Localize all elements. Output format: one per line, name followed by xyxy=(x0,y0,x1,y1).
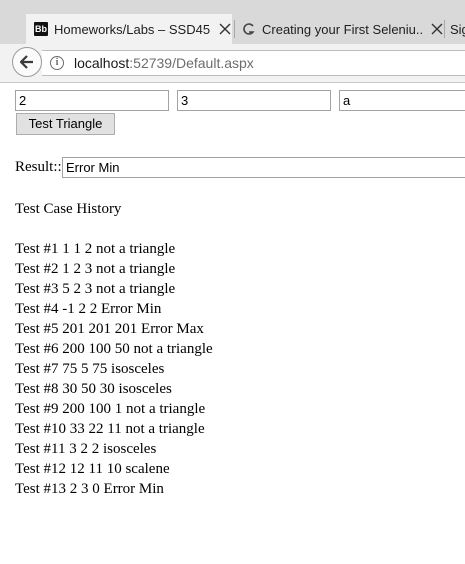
tab-title: Homeworks/Labs – SSD45... xyxy=(54,21,210,37)
url-host: localhost xyxy=(74,55,130,71)
side-b-input[interactable]: 3 xyxy=(177,90,331,111)
list-item: Test #8 30 50 30 isosceles xyxy=(15,381,172,397)
side-a-input[interactable]: 2 xyxy=(15,90,169,111)
list-item: Test #13 2 3 0 Error Min xyxy=(15,481,164,497)
tab-selenium[interactable]: Creating your First Seleniu... xyxy=(234,14,444,44)
test-triangle-button[interactable]: Test Triangle xyxy=(16,113,115,135)
info-icon[interactable]: i xyxy=(50,56,64,70)
close-icon[interactable] xyxy=(218,22,232,36)
browser-toolbar: i localhost:52739/Default.aspx xyxy=(0,44,465,83)
url-path: :52739/Default.aspx xyxy=(129,55,254,71)
list-item: Test #9 200 100 1 not a triangle xyxy=(15,401,206,417)
tab-sig[interactable]: Sig xyxy=(444,14,465,44)
list-item: Test #6 200 100 50 not a triangle xyxy=(15,341,213,357)
back-button[interactable] xyxy=(12,47,42,77)
tab-strip: Bb Homeworks/Labs – SSD45... Creating yo… xyxy=(0,0,465,44)
list-item: Test #11 3 2 2 isosceles xyxy=(15,441,157,457)
list-item: Test #7 75 5 75 isosceles xyxy=(15,361,165,377)
tab-title: Creating your First Seleniu... xyxy=(262,21,422,37)
list-item: Test #12 12 11 10 scalene xyxy=(15,461,170,477)
close-icon[interactable] xyxy=(430,22,444,36)
list-item: Test #5 201 201 201 Error Max xyxy=(15,321,204,337)
list-item: Test #2 1 2 3 not a triangle xyxy=(15,261,176,277)
tab-title: Sig xyxy=(450,21,465,37)
history-title: Test Case History xyxy=(15,201,122,217)
selenium-icon xyxy=(242,22,256,36)
blackboard-icon: Bb xyxy=(34,22,48,36)
test-case-history: Test #1 1 1 2 not a triangle Test #2 1 2… xyxy=(15,240,213,500)
page-content: 2 3 a Test Triangle Result:: Error Min T… xyxy=(0,83,465,564)
result-field[interactable]: Error Min xyxy=(62,157,465,178)
address-bar[interactable]: i localhost:52739/Default.aspx xyxy=(42,50,465,76)
url-text: localhost:52739/Default.aspx xyxy=(74,55,254,71)
result-label: Result:: xyxy=(15,159,62,175)
list-item: Test #10 33 22 11 not a triangle xyxy=(15,421,205,437)
list-item: Test #3 5 2 3 not a triangle xyxy=(15,281,176,297)
tab-homeworks[interactable]: Bb Homeworks/Labs – SSD45... xyxy=(26,14,232,44)
back-arrow-icon xyxy=(19,55,33,69)
list-item: Test #1 1 1 2 not a triangle xyxy=(15,241,176,257)
list-item: Test #4 -1 2 2 Error Min xyxy=(15,301,162,317)
side-c-input[interactable]: a xyxy=(339,90,465,111)
